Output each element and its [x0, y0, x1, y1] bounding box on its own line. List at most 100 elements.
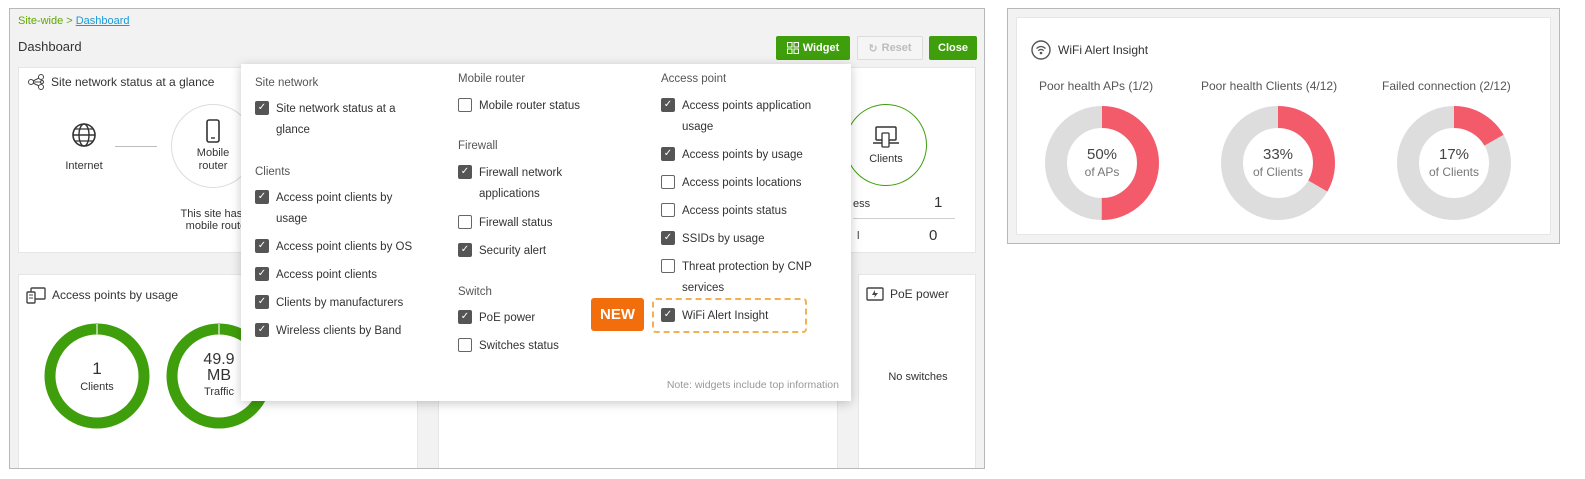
internet-node[interactable]: Internet: [49, 112, 119, 182]
checkbox-checked[interactable]: ✓: [255, 190, 269, 204]
access-point-heading: Access point: [661, 73, 727, 85]
widget-button[interactable]: Widget: [776, 36, 850, 60]
widget-option-threat-protection[interactable]: Threat protection by CNP services: [661, 257, 826, 299]
option-label: Access points by usage: [682, 149, 803, 161]
option-label: Access point clients by usage: [276, 192, 393, 225]
reset-button-label: Reset: [881, 42, 912, 54]
option-label: Access point clients by OS: [276, 241, 413, 253]
widget-option-ap-application-usage[interactable]: ✓ Access points application usage: [661, 96, 841, 138]
clients-node[interactable]: Clients: [845, 104, 927, 186]
widget-option-ap-clients[interactable]: ✓ Access point clients: [255, 265, 377, 286]
widget-option-security-alert[interactable]: ✓ Security alert: [458, 241, 546, 262]
status-row-label: ess: [853, 198, 871, 210]
option-label: Site network status at a glance: [276, 103, 396, 136]
card-title-text: Site network status at a glance: [51, 75, 215, 89]
widget-option-ap-by-usage[interactable]: ✓ Access points by usage: [661, 145, 803, 166]
widget-option-ap-clients-by-usage[interactable]: ✓ Access point clients by usage: [255, 188, 425, 230]
donut-text: 17% of Clients: [1397, 106, 1511, 220]
checkbox-checked[interactable]: ✓: [255, 101, 269, 115]
option-label: Access points application usage: [682, 100, 812, 133]
option-label: Security alert: [479, 245, 547, 257]
checkbox-unchecked[interactable]: [458, 215, 472, 229]
checkbox-unchecked[interactable]: [458, 338, 472, 352]
option-label: WiFi Alert Insight: [682, 310, 769, 322]
poe-icon: [866, 287, 884, 301]
checkbox-unchecked[interactable]: [458, 98, 472, 112]
widget-option-ap-status[interactable]: Access points status: [661, 201, 787, 222]
donut-value: 1: [92, 359, 102, 378]
checkbox-checked[interactable]: ✓: [661, 147, 675, 161]
donut-label: Clients: [80, 381, 114, 393]
clients-donut-text: 1 Clients: [43, 322, 151, 430]
option-label: SSIDs by usage: [682, 233, 765, 245]
reset-button[interactable]: ↻ Reset: [857, 36, 923, 60]
donut-label: Traffic: [204, 386, 234, 398]
checkbox-checked[interactable]: ✓: [255, 295, 269, 309]
failed-connection-donut[interactable]: 17% of Clients: [1397, 106, 1511, 220]
option-label: Mobile router status: [479, 100, 580, 112]
widget-option-ap-locations[interactable]: Access points locations: [661, 173, 802, 194]
widget-menu: Site network ✓ Site network status at a …: [241, 64, 851, 401]
checkbox-checked[interactable]: ✓: [458, 310, 472, 324]
donut-percent: 50%: [1086, 146, 1118, 163]
dashboard-frame: Site-wide > Dashboard Dashboard Widget ↻ …: [9, 8, 985, 469]
option-label: Access point clients: [276, 269, 377, 281]
checkbox-unchecked[interactable]: [661, 203, 675, 217]
clients-heading: Clients: [255, 166, 291, 178]
donut-unit: MB: [207, 367, 231, 384]
checkbox-checked[interactable]: ✓: [255, 239, 269, 253]
widget-option-wifi-alert-insight[interactable]: ✓ WiFi Alert Insight: [661, 306, 768, 327]
widget-option-wireless-clients-by-band[interactable]: ✓ Wireless clients by Band: [255, 321, 401, 342]
checkbox-unchecked[interactable]: [661, 175, 675, 189]
checkbox-checked[interactable]: ✓: [458, 165, 472, 179]
page-title: Dashboard: [18, 39, 82, 54]
checkbox-checked[interactable]: ✓: [661, 308, 675, 322]
option-label: Access points status: [682, 205, 787, 217]
widget-option-ap-clients-by-os[interactable]: ✓ Access point clients by OS: [255, 237, 412, 258]
mobile-phone-icon: [206, 119, 220, 143]
mobile-router-label: Mobile router: [196, 147, 230, 172]
poor-health-clients-donut[interactable]: 33% of Clients: [1221, 106, 1335, 220]
network-nodes-icon: [28, 74, 44, 90]
checkbox-checked[interactable]: ✓: [255, 323, 269, 337]
option-label: PoE power: [479, 312, 536, 324]
clients-label: Clients: [869, 153, 903, 165]
breadcrumb-parent[interactable]: Site-wide >: [18, 15, 73, 27]
wifi-alert-insight-frame: WiFi Alert Insight Poor health APs (1/2)…: [1007, 8, 1560, 244]
checkbox-checked[interactable]: ✓: [255, 267, 269, 281]
checkbox-checked[interactable]: ✓: [661, 98, 675, 112]
mobile-router-heading: Mobile router: [458, 73, 526, 85]
widget-option-firewall-network-applications[interactable]: ✓ Firewall network applications: [458, 163, 608, 205]
donut-text: 50% of APs: [1045, 106, 1159, 220]
close-button-label: Close: [938, 42, 968, 54]
donut-sub-label: of APs: [1084, 165, 1120, 179]
widget-option-mobile-router-status[interactable]: Mobile router status: [458, 96, 580, 117]
option-label: Threat protection by CNP services: [682, 261, 812, 294]
widget-option-site-network-status[interactable]: ✓ Site network status at a glance: [255, 99, 425, 141]
card-title-text: WiFi Alert Insight: [1058, 43, 1149, 57]
checkbox-checked[interactable]: ✓: [458, 243, 472, 257]
donut-sub-label: of Clients: [1252, 165, 1304, 179]
card-title: PoE power: [866, 286, 949, 302]
option-label: Clients by manufacturers: [276, 297, 404, 309]
widget-option-firewall-status[interactable]: Firewall status: [458, 213, 553, 234]
no-switches-message: No switches: [888, 371, 948, 383]
card-title: Access points by usage: [26, 286, 178, 304]
donut-sub-label: of Clients: [1428, 165, 1480, 179]
option-label: Switches status: [479, 340, 559, 352]
widget-option-poe-power[interactable]: ✓ PoE power: [458, 308, 535, 329]
breadcrumb-current-link[interactable]: Dashboard: [76, 15, 130, 27]
globe-icon: [72, 123, 96, 147]
insight-caption: Failed connection (2/12): [1382, 79, 1511, 93]
donut-value: 49.9: [203, 351, 235, 368]
poor-health-aps-donut[interactable]: 50% of APs: [1045, 106, 1159, 220]
checkbox-checked[interactable]: ✓: [661, 231, 675, 245]
widget-option-switches-status[interactable]: Switches status: [458, 336, 559, 357]
option-label: Wireless clients by Band: [276, 325, 402, 337]
option-label: Firewall network applications: [479, 167, 563, 200]
widget-option-clients-by-manufacturers[interactable]: ✓ Clients by manufacturers: [255, 293, 403, 314]
card-title-text: PoE power: [890, 287, 949, 301]
widget-option-ssids-by-usage[interactable]: ✓ SSIDs by usage: [661, 229, 764, 250]
checkbox-unchecked[interactable]: [661, 259, 675, 273]
close-button[interactable]: Close: [929, 36, 977, 60]
